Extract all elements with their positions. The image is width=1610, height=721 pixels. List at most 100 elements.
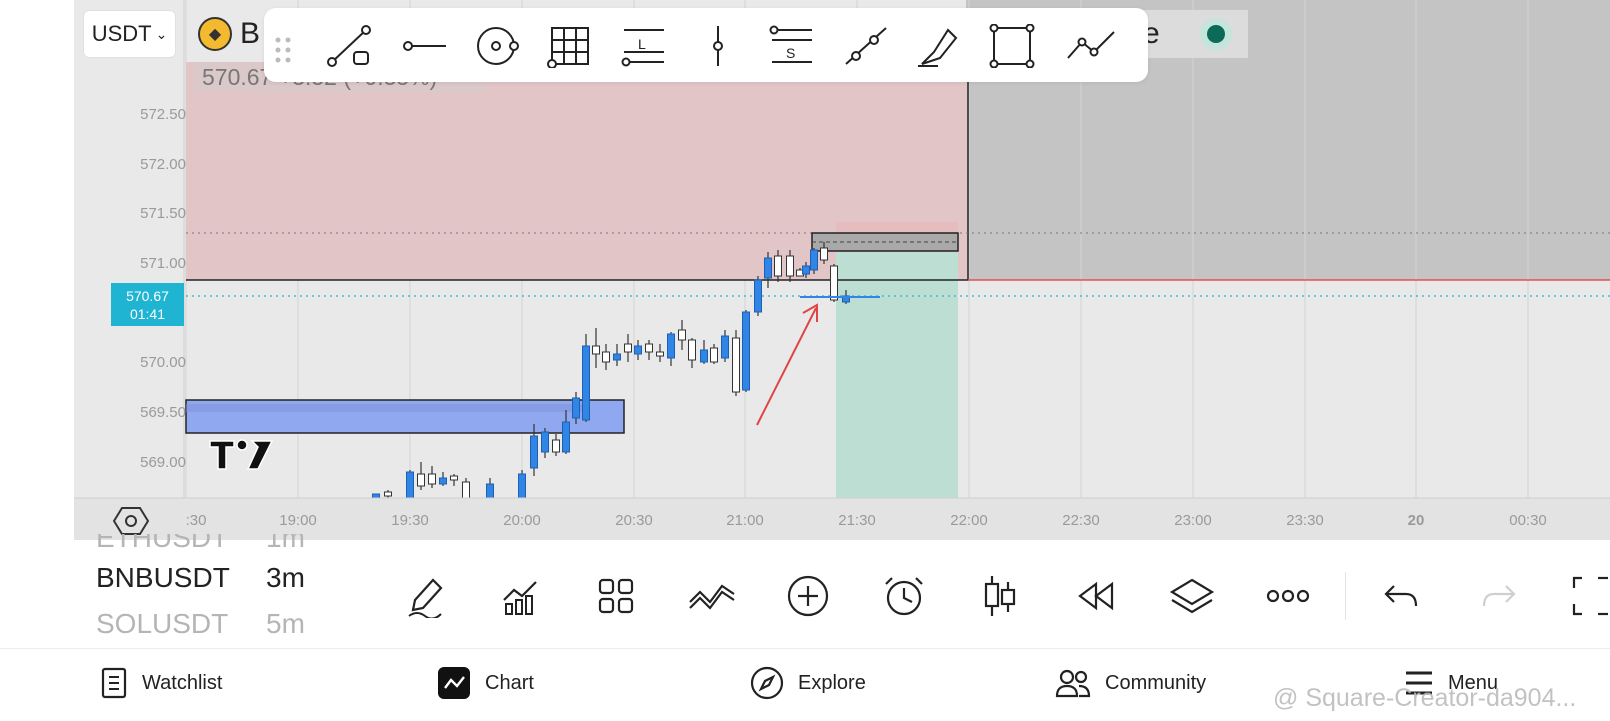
candle-body — [530, 435, 538, 469]
price-tick: 569.00 — [140, 454, 186, 471]
candle-body — [754, 279, 762, 313]
candle-body — [656, 351, 664, 357]
nav-chart[interactable]: Chart — [437, 663, 534, 703]
candle-body — [634, 345, 642, 355]
candle-body — [688, 339, 696, 361]
symbol-option-selected[interactable]: BNBUSDT 3m — [96, 562, 346, 594]
undo-icon[interactable] — [1378, 570, 1426, 622]
trend-line-icon[interactable] — [326, 24, 374, 68]
layouts-icon[interactable] — [592, 570, 640, 622]
time-tick: 20:30 — [615, 512, 653, 529]
time-tick: 20:00 — [503, 512, 541, 529]
currency-selector[interactable]: USDT ⌄ — [83, 10, 176, 58]
candle-body — [624, 343, 632, 353]
draw-icon[interactable] — [401, 570, 449, 622]
symbol-option[interactable]: ETHUSDT 1m — [96, 534, 346, 554]
price-tick: 572.50 — [140, 106, 186, 123]
drawing-toolbar: L S — [264, 8, 1148, 82]
candle-body — [742, 311, 750, 391]
candle-body — [732, 337, 740, 393]
hexagon-settings-icon[interactable] — [113, 505, 149, 537]
candle-body — [406, 471, 414, 499]
candle-body — [518, 473, 526, 499]
candle-body — [764, 257, 772, 279]
candle-body — [786, 255, 794, 277]
grid-icon[interactable] — [546, 24, 594, 68]
patterns-icon[interactable] — [688, 570, 736, 622]
chart-icon — [438, 667, 470, 699]
time-tick: 21:00 — [726, 512, 764, 529]
highlighter-icon[interactable] — [914, 24, 962, 68]
currency-label: USDT — [91, 21, 152, 46]
candle-body — [541, 431, 549, 453]
nav-explore[interactable]: Explore — [750, 663, 866, 703]
indicators-icon[interactable] — [496, 570, 544, 622]
chevron-down-icon: ⌄ — [155, 25, 168, 42]
long-position-icon[interactable]: L — [620, 24, 668, 68]
horizontal-ray-icon[interactable] — [400, 24, 448, 68]
vertical-line-icon[interactable] — [696, 24, 744, 68]
symbol-name: B — [240, 17, 261, 50]
candle-body — [667, 333, 675, 359]
alert-icon[interactable] — [880, 570, 928, 622]
time-tick: 19:30 — [391, 512, 429, 529]
long-label: L — [638, 36, 646, 52]
fullscreen-icon[interactable] — [1568, 570, 1610, 622]
price-tick: 572.00 — [140, 156, 186, 173]
community-icon — [1055, 669, 1091, 698]
watchlist-icon — [101, 667, 127, 699]
candle-body — [417, 473, 425, 487]
more-icon[interactable] — [1264, 570, 1312, 622]
current-price-tag: 570.67 01:41 — [111, 283, 184, 326]
price-tick: 571.00 — [140, 255, 186, 272]
symbol-option[interactable]: SOLUSDT 5m — [96, 608, 346, 640]
time-tick: 22:00 — [950, 512, 988, 529]
compass-icon — [750, 666, 784, 700]
target-zone — [836, 252, 958, 498]
current-price: 570.67 — [126, 288, 169, 304]
time-tick: :30 — [185, 512, 207, 529]
price-tick: 570.00 — [140, 354, 186, 371]
time-tick: 22:30 — [1062, 512, 1100, 529]
nav-community[interactable]: Community — [1055, 663, 1206, 703]
redo-icon[interactable] — [1474, 570, 1522, 622]
watermark-text: @ Square-Creator-da904... — [1273, 684, 1577, 712]
layers-icon[interactable] — [1168, 570, 1216, 622]
short-position-icon[interactable]: S — [768, 24, 816, 68]
price-tick: 569.50 — [140, 404, 186, 421]
time-tick: 21:30 — [838, 512, 876, 529]
nav-watchlist[interactable]: Watchlist — [100, 663, 222, 703]
candle-body — [450, 475, 458, 481]
candle-body — [582, 345, 590, 421]
symbol-picker[interactable]: ETHUSDT 1m BNBUSDT 3m SOLUSDT 5m — [96, 534, 346, 654]
add-icon[interactable] — [784, 570, 832, 622]
circle-icon[interactable] — [474, 24, 522, 68]
nav-explore-label: Explore — [798, 671, 866, 694]
candles-icon[interactable] — [976, 570, 1024, 622]
bnb-coin-icon: ◆ — [198, 17, 232, 51]
candle-body — [678, 329, 686, 341]
watermark: @ Square-Creator-da904... — [1273, 684, 1576, 713]
rectangle-icon[interactable] — [988, 24, 1036, 68]
symbol-header[interactable]: ◆ B — [198, 14, 260, 54]
time-tick: 00:30 — [1509, 512, 1547, 529]
candle-body — [572, 397, 580, 419]
candle-countdown: 01:41 — [129, 306, 166, 322]
parallel-channel-icon[interactable] — [842, 24, 890, 68]
candle-body — [721, 335, 729, 359]
candle-body — [462, 481, 470, 499]
candle-body — [486, 483, 494, 499]
candle-body — [592, 345, 600, 355]
candle-body — [710, 347, 718, 363]
candle-body — [810, 249, 818, 271]
nav-watchlist-label: Watchlist — [142, 671, 223, 694]
time-tick: 23:00 — [1174, 512, 1212, 529]
replay-icon[interactable] — [1072, 570, 1120, 622]
candle-body — [774, 255, 782, 277]
candle-body — [602, 351, 610, 363]
drag-handle-icon[interactable] — [272, 24, 296, 68]
nav-chart-label: Chart — [485, 671, 534, 694]
status-dot-icon — [1200, 18, 1232, 50]
path-icon[interactable] — [1064, 24, 1120, 68]
nav-community-label: Community — [1105, 671, 1207, 694]
